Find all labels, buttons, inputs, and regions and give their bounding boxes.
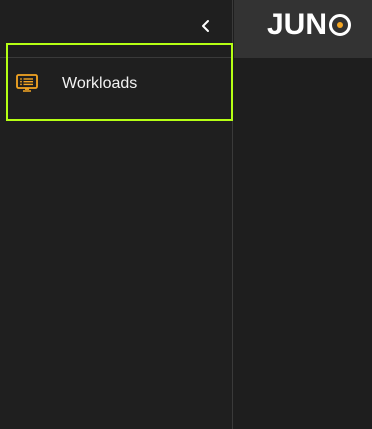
top-bar: JU N	[234, 0, 372, 58]
list-icon	[16, 74, 38, 92]
sidebar-item-label: Workloads	[62, 75, 138, 92]
chevron-left-icon	[202, 20, 209, 32]
collapse-sidebar-button[interactable]	[196, 15, 216, 37]
sidebar-item-workloads[interactable]: Workloads	[6, 43, 233, 121]
logo-accent-dot	[337, 22, 344, 28]
logo-o-mark	[329, 14, 352, 36]
juno-logo[interactable]: JU N	[267, 8, 352, 41]
logo-text-mid: N	[305, 8, 328, 41]
app-root: Workloads JU N	[0, 0, 372, 429]
logo-text-prefix: JU	[267, 8, 306, 41]
main-area: JU N	[234, 0, 372, 429]
sidebar: Workloads	[0, 0, 233, 429]
